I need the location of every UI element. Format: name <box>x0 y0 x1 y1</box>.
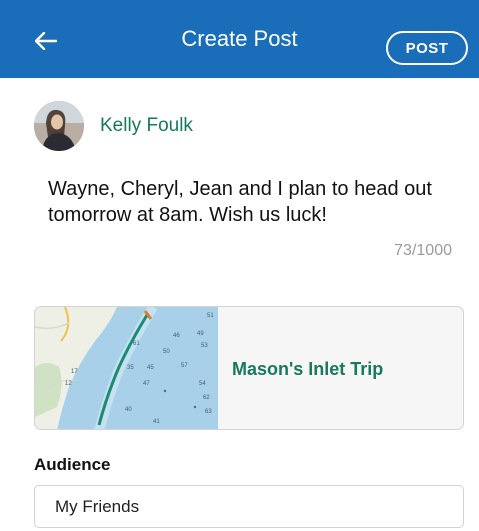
map-depth-label: 45 <box>147 365 154 371</box>
app-header: Create Post POST <box>0 0 479 78</box>
arrow-left-icon <box>35 32 57 50</box>
post-text-input[interactable]: Wayne, Cheryl, Jean and I plan to head o… <box>48 176 458 228</box>
back-button[interactable] <box>28 28 64 54</box>
trip-card[interactable]: 51 46 49 53 50 35 45 57 47 54 62 63 41 4… <box>34 306 464 430</box>
map-depth-label: 57 <box>181 363 188 369</box>
author-name[interactable]: Kelly Foulk <box>100 115 193 137</box>
map-depth-label: 53 <box>201 343 208 349</box>
map-depth-label: 41 <box>153 419 160 425</box>
map-depth-label: 47 <box>143 381 150 387</box>
post-button[interactable]: POST <box>386 31 468 65</box>
trip-title: Mason's Inlet Trip <box>232 358 384 379</box>
map-depth-label: 51 <box>207 313 214 319</box>
map-depth-label: 62 <box>203 395 210 401</box>
trip-map-thumbnail: 51 46 49 53 50 35 45 57 47 54 62 63 41 4… <box>35 307 218 429</box>
map-depth-label: 63 <box>205 409 212 415</box>
avatar <box>34 101 84 151</box>
map-depth-label: 46 <box>173 333 180 339</box>
map-depth-label: 54 <box>199 381 206 387</box>
character-count: 73/1000 <box>394 242 452 259</box>
map-depth-label: 40 <box>125 407 132 413</box>
audience-select[interactable]: My Friends <box>34 485 464 528</box>
map-depth-label: 50 <box>163 349 170 355</box>
audience-label: Audience <box>34 455 111 474</box>
map-depth-label: 17 <box>71 369 78 375</box>
map-depth-label: 12 <box>65 381 72 387</box>
map-depth-label: 35 <box>127 365 134 371</box>
map-depth-label: 61 <box>133 341 140 347</box>
map-depth-label: 49 <box>197 331 204 337</box>
author-row: Kelly Foulk <box>34 101 193 151</box>
